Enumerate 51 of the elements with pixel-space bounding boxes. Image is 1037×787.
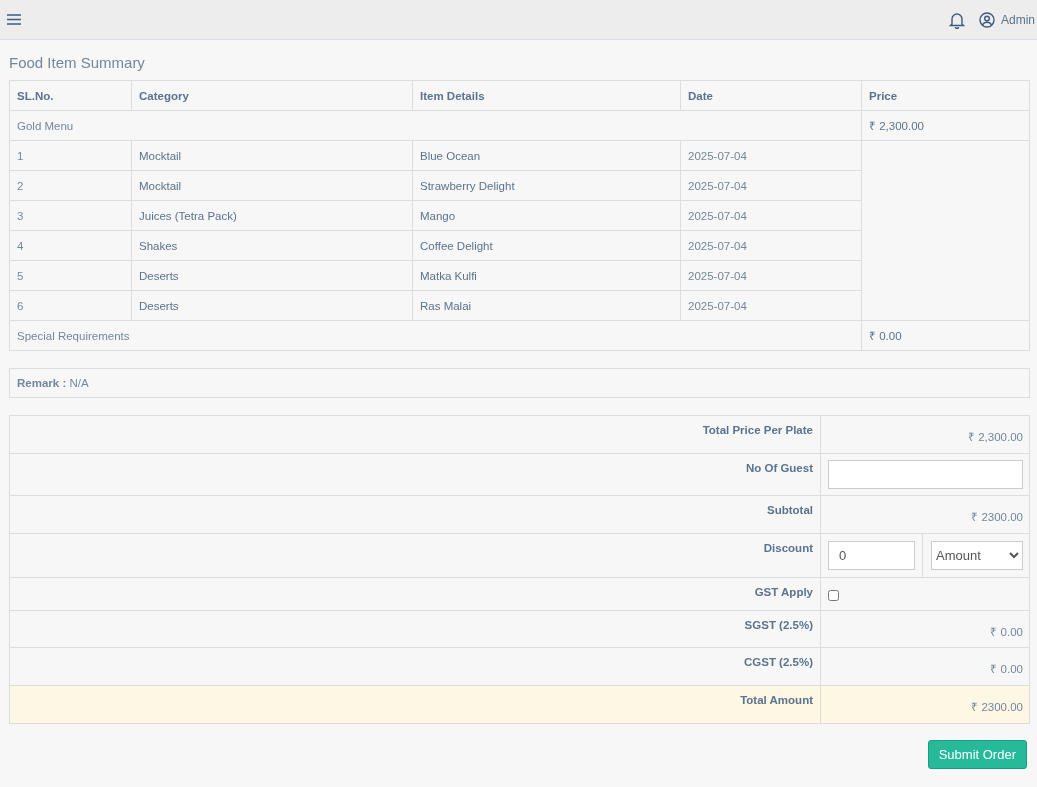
remark-text: Remark : N/A xyxy=(9,368,1030,398)
table-cell: Coffee Delight xyxy=(412,230,681,261)
column-header: Date xyxy=(680,80,862,111)
user-icon[interactable] xyxy=(979,11,995,28)
table-cell: Gold Menu xyxy=(9,110,862,141)
table-cell: Matka Kulfi xyxy=(412,260,681,291)
discount-field[interactable]: 0 xyxy=(828,541,915,570)
table-cell: Ras Malai xyxy=(412,290,681,321)
column-header: Item Details xyxy=(412,80,681,111)
table-cell: Deserts xyxy=(131,260,413,291)
amount-value: ₹ 0.00 xyxy=(820,610,1030,648)
table-cell: 2025-07-04 xyxy=(680,140,862,171)
table-cell: Mocktail xyxy=(131,140,413,171)
table-cell: Special Requirements xyxy=(9,320,862,351)
table-cell: 3 xyxy=(9,200,132,231)
table-cell: 5 xyxy=(9,260,132,291)
table-cell: ₹ 2,300.00 xyxy=(861,110,1030,141)
column-header: Price xyxy=(861,80,1030,111)
amount-value: ₹ 0.00 xyxy=(820,647,1030,686)
table-cell: Mango xyxy=(412,200,681,231)
table-cell: Juices (Tetra Pack) xyxy=(131,200,413,231)
table-cell: 4 xyxy=(9,230,132,261)
field-label: SGST (2.5%) xyxy=(9,610,821,648)
amount-value: ₹ 2300.00 xyxy=(820,685,1030,724)
table-cell: 1 xyxy=(9,140,132,171)
field-label: Subtotal xyxy=(9,495,821,534)
column-header: Category xyxy=(131,80,413,111)
table-cell: Blue Ocean xyxy=(412,140,681,171)
field-label: CGST (2.5%) xyxy=(9,647,821,686)
menu-icon[interactable] xyxy=(6,13,22,26)
table-cell: 2 xyxy=(9,170,132,201)
field-label: GST Apply xyxy=(9,577,821,611)
guest-count-field[interactable] xyxy=(828,460,1023,489)
column-header: SL.No. xyxy=(9,80,132,111)
gst-checkbox[interactable] xyxy=(828,589,839,601)
table-cell: Mocktail xyxy=(131,170,413,201)
section-title: Food Item Summary xyxy=(9,54,146,71)
user-name[interactable]: Admin xyxy=(1001,12,1035,27)
discount-type-select[interactable]: Amount xyxy=(931,541,1023,570)
field-label: Total Price Per Plate xyxy=(9,415,821,454)
field-label: No Of Guest xyxy=(9,453,821,496)
table-cell: ₹ 0.00 xyxy=(861,320,1030,351)
table-cell: Shakes xyxy=(131,230,413,261)
table-cell: Deserts xyxy=(131,290,413,321)
table-cell: 6 xyxy=(9,290,132,321)
table-cell: Strawberry Delight xyxy=(412,170,681,201)
amount-value: ₹ 2,300.00 xyxy=(820,415,1030,454)
field-label: Discount xyxy=(9,533,821,578)
bell-icon[interactable] xyxy=(949,10,965,29)
amount-value: ₹ 2300.00 xyxy=(820,495,1030,534)
field-label: Total Amount xyxy=(9,685,821,724)
